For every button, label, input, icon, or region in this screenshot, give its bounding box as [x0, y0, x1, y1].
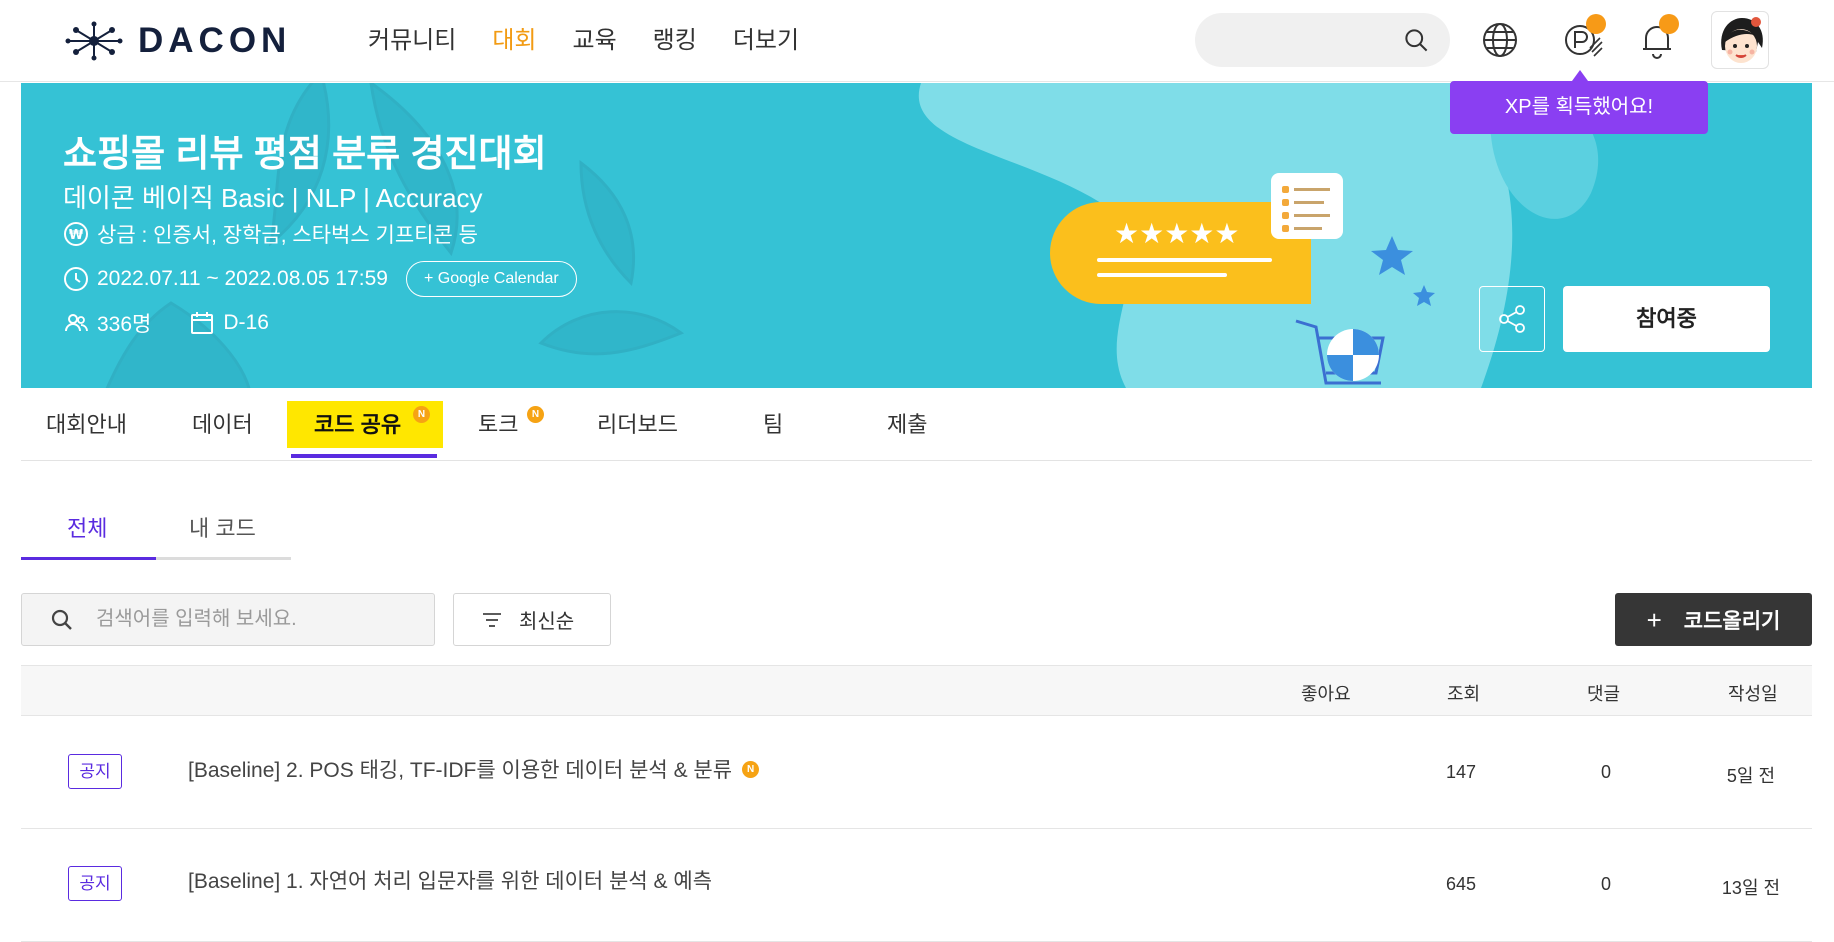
prize-text: 상금 : 인증서, 장학금, 스타벅스 기프티콘 등 [97, 224, 478, 247]
language-button[interactable] [1478, 18, 1522, 62]
sort-button[interactable]: 최신순 [453, 593, 611, 646]
upload-code-label: 코드올리기 [1683, 609, 1781, 633]
header-views: 조회 [1447, 684, 1481, 704]
svg-text:★★★★★: ★★★★★ [1114, 217, 1240, 250]
search-icon[interactable] [1403, 27, 1430, 54]
upload-code-button[interactable]: + 코드올리기 [1615, 593, 1812, 646]
menu-more[interactable]: 더보기 [733, 24, 799, 58]
plus-icon: + [1646, 604, 1662, 635]
code-search-input[interactable] [96, 594, 416, 645]
views-count: 645 [1445, 874, 1477, 894]
point-notification-dot [1586, 14, 1606, 34]
tab-leaderboard[interactable]: 리더보드 [597, 407, 678, 439]
top-navigation: DACON 커뮤니티 대회 교육 랭킹 더보기 [0, 0, 1834, 82]
code-share-new-badge: N [413, 406, 430, 423]
search-icon [51, 609, 72, 630]
xp-tooltip-arrow [1572, 70, 1588, 81]
code-search-box [21, 593, 435, 646]
menu-competition[interactable]: 대회 [492, 24, 536, 58]
header-date: 작성일 [1728, 684, 1778, 704]
period-row: 2022.07.11 ~ 2022.08.05 17:59 + Google C… [63, 261, 577, 297]
main-menu: 커뮤니티 대회 교육 랭킹 더보기 [368, 24, 835, 58]
participant-count: 336명 [97, 313, 152, 336]
point-button[interactable] [1560, 14, 1606, 62]
clock-icon [64, 267, 88, 291]
calendar-icon [191, 312, 214, 334]
post-title[interactable]: [Baseline] 1. 자연어 처리 입문자를 위한 데이터 분석 & 예측 [188, 865, 712, 895]
subtab-my-code[interactable]: 내 코드 [189, 511, 256, 543]
subtab-all[interactable]: 전체 [67, 511, 107, 543]
d-day: D-16 [223, 311, 269, 334]
talk-new-badge: N [527, 406, 544, 423]
notice-badge: 공지 [68, 866, 122, 901]
logo-text: DACON [138, 21, 292, 60]
share-icon [1499, 305, 1525, 333]
post-date: 13일 전 [1721, 878, 1781, 898]
tab-active-underline [291, 454, 437, 458]
bell-notification-dot [1659, 14, 1679, 34]
network-logo-icon [65, 21, 123, 61]
notification-button[interactable] [1635, 14, 1679, 62]
global-search[interactable] [1195, 13, 1450, 67]
new-badge: N [742, 760, 760, 778]
views-count: 147 [1445, 762, 1477, 782]
prize-row: ₩ 상금 : 인증서, 장학금, 스타벅스 기프티콘 등 [63, 219, 478, 249]
won-icon: ₩ [64, 222, 88, 246]
meta-row: 336명 D-16 [63, 308, 269, 338]
row-title[interactable]: [Baseline] 1. 자연어 처리 입문자를 위한 데이터 분석 & 예측 [188, 865, 712, 895]
table-row[interactable]: 공지 [Baseline] 1. 자연어 처리 입문자를 위한 데이터 분석 &… [21, 829, 1812, 942]
competition-subtitle: 데이콘 베이직 Basic | NLP | Accuracy [63, 183, 483, 213]
table-row[interactable]: 공지 [Baseline] 2. POS 태깅, TF-IDF를 이용한 데이터… [21, 716, 1812, 829]
dacon-logo[interactable]: DACON [64, 18, 291, 64]
post-date: 5일 전 [1726, 766, 1776, 786]
subtab-inactive-line [156, 557, 291, 560]
tab-data[interactable]: 데이터 [192, 407, 253, 439]
competition-tabs: 대회안내 데이터 코드 공유 N 토크 N 리더보드 팀 제출 [21, 389, 1812, 461]
sort-label: 최신순 [519, 611, 575, 633]
google-calendar-button[interactable]: + Google Calendar [405, 261, 577, 297]
subtab-active-line [21, 557, 156, 560]
filter-icon [483, 612, 501, 627]
tab-submit[interactable]: 제출 [887, 407, 927, 439]
period-text: 2022.07.11 ~ 2022.08.05 17:59 [97, 267, 388, 290]
header-comments: 댓글 [1587, 684, 1621, 704]
menu-community[interactable]: 커뮤니티 [368, 24, 456, 58]
header-likes: 좋아요 [1301, 684, 1351, 704]
competition-title: 쇼핑몰 리뷰 평점 분류 경진대회 [63, 133, 547, 174]
comments-count: 0 [1600, 762, 1611, 782]
share-button[interactable] [1479, 286, 1545, 352]
globe-icon [1483, 23, 1517, 57]
profile-avatar-icon [1721, 17, 1763, 63]
people-icon [65, 314, 88, 332]
menu-ranking[interactable]: 랭킹 [653, 24, 697, 58]
tab-overview[interactable]: 대회안내 [46, 407, 127, 439]
row-title[interactable]: [Baseline] 2. POS 태깅, TF-IDF를 이용한 데이터 분석… [188, 754, 760, 784]
tab-talk[interactable]: 토크 [478, 407, 518, 439]
join-status-button[interactable]: 참여중 [1563, 286, 1770, 352]
xp-tooltip: XP를 획득했어요! [1450, 81, 1708, 134]
tab-team[interactable]: 팀 [763, 407, 783, 439]
table-header: 좋아요 조회 댓글 작성일 [21, 665, 1812, 716]
menu-education[interactable]: 교육 [573, 24, 617, 58]
comments-count: 0 [1600, 874, 1611, 894]
user-avatar[interactable] [1711, 11, 1769, 69]
notice-badge: 공지 [68, 754, 122, 789]
svg-text:₩: ₩ [69, 228, 84, 243]
tab-code-share[interactable]: 코드 공유 [314, 407, 401, 439]
post-title[interactable]: [Baseline] 2. POS 태깅, TF-IDF를 이용한 데이터 분석… [188, 754, 732, 784]
